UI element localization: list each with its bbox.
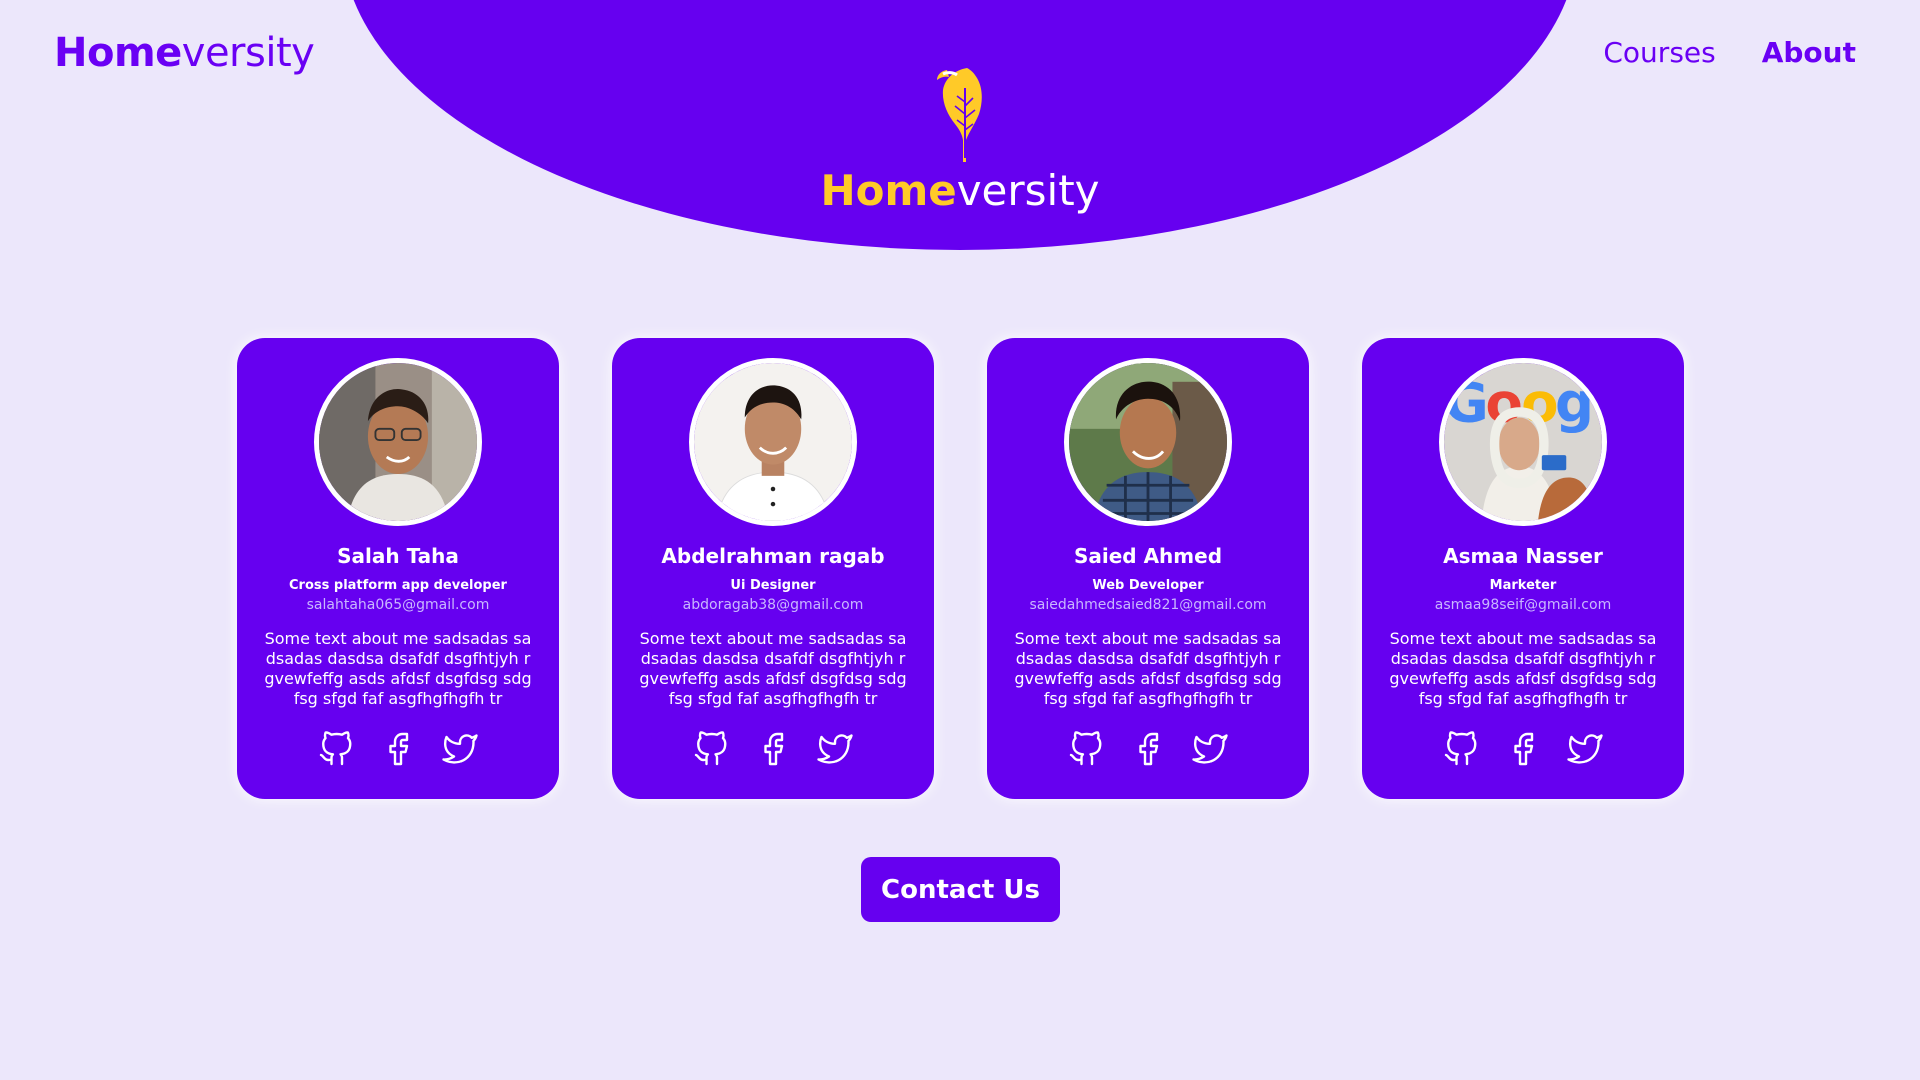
twitter-icon[interactable] (817, 731, 853, 767)
team-card: Abdelrahman ragab Ui Designer abdoragab3… (612, 338, 934, 799)
avatar-photo (319, 363, 477, 521)
github-icon[interactable] (318, 731, 354, 767)
member-name: Saied Ahmed (1073, 544, 1223, 568)
avatar-photo (694, 363, 852, 521)
nav-about[interactable]: About (1762, 36, 1856, 69)
twitter-icon[interactable] (442, 731, 478, 767)
member-role: Marketer (1489, 578, 1557, 593)
member-email[interactable]: saiedahmedsaied821@gmail.com (1029, 597, 1266, 613)
twitter-icon[interactable] (1192, 731, 1228, 767)
social-links (1068, 731, 1228, 767)
team-card: G o o g Asmaa Nasser Marketer asmaa98sei… (1362, 338, 1684, 799)
member-email[interactable]: salahtaha065@gmail.com (307, 597, 490, 613)
member-bio: Some text about me sadsadas sadsadas das… (639, 629, 907, 708)
top-nav: Courses About (1603, 36, 1856, 69)
svg-text:g: g (1555, 370, 1594, 434)
github-icon[interactable] (693, 731, 729, 767)
team-card: Saied Ahmed Web Developer saiedahmedsaie… (987, 338, 1309, 799)
avatar-photo: G o o g (1444, 363, 1602, 521)
member-name: Salah Taha (337, 544, 459, 568)
member-email[interactable]: asmaa98seif@gmail.com (1435, 597, 1611, 613)
member-email[interactable]: abdoragab38@gmail.com (683, 597, 864, 613)
facebook-icon[interactable] (755, 731, 791, 767)
github-icon[interactable] (1443, 731, 1479, 767)
member-bio: Some text about me sadsadas sadsadas das… (1014, 629, 1282, 708)
member-bio: Some text about me sadsadas sadsadas das… (264, 629, 532, 708)
avatar (314, 358, 482, 526)
member-bio: Some text about me sadsadas sadsadas das… (1389, 629, 1657, 708)
avatar (1064, 358, 1232, 526)
member-name: Abdelrahman ragab (661, 544, 885, 568)
team-cards: Salah Taha Cross platform app developer … (237, 338, 1684, 799)
about-page: Homeversity Homeversity Courses About Sa… (0, 0, 1920, 1080)
team-card: Salah Taha Cross platform app developer … (237, 338, 559, 799)
social-links (693, 731, 853, 767)
nav-courses[interactable]: Courses (1603, 36, 1715, 69)
member-name: Asmaa Nasser (1443, 544, 1603, 568)
facebook-icon[interactable] (1130, 731, 1166, 767)
hero-title: Homeversity (820, 166, 1099, 215)
twitter-icon[interactable] (1567, 731, 1603, 767)
member-role: Web Developer (1092, 578, 1204, 593)
github-icon[interactable] (1068, 731, 1104, 767)
member-role: Cross platform app developer (289, 578, 507, 593)
hero-title-versity: versity (956, 166, 1100, 215)
avatar: G o o g (1439, 358, 1607, 526)
member-role: Ui Designer (730, 578, 816, 593)
avatar-photo (1069, 363, 1227, 521)
facebook-icon[interactable] (1505, 731, 1541, 767)
svg-text:G: G (1444, 370, 1489, 434)
social-links (1443, 731, 1603, 767)
facebook-icon[interactable] (380, 731, 416, 767)
feather-icon (937, 68, 982, 162)
hero-title-home: Home (820, 166, 957, 215)
avatar (689, 358, 857, 526)
contact-us-button[interactable]: Contact Us (861, 857, 1060, 922)
hero-logo: Homeversity (0, 62, 1920, 215)
social-links (318, 731, 478, 767)
